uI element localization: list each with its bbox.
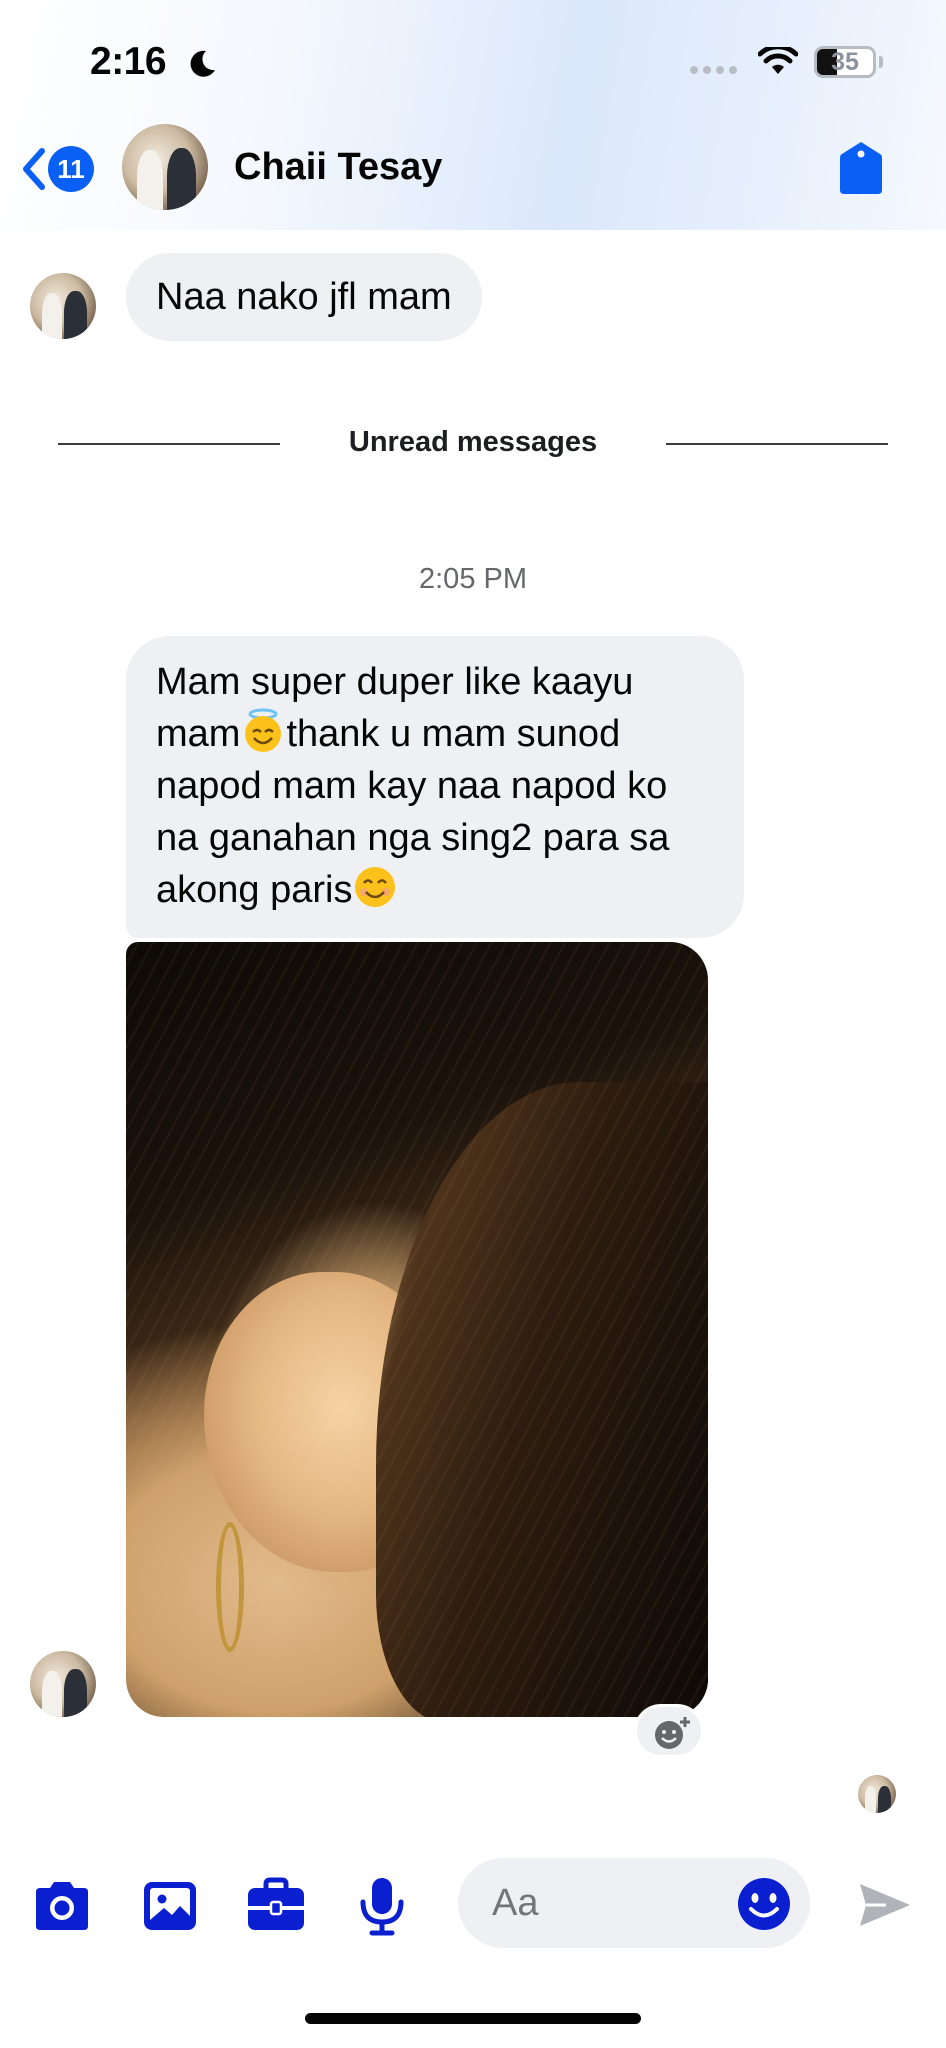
smiling-face-with-halo-icon xyxy=(245,708,282,752)
chevron-left-icon xyxy=(23,148,45,190)
back-button[interactable]: 11 xyxy=(20,146,94,192)
contact-name[interactable]: Chaii Tesay xyxy=(234,146,442,189)
gallery-icon[interactable] xyxy=(138,1876,202,1936)
divider-line-right xyxy=(666,443,888,445)
camera-icon[interactable] xyxy=(30,1876,94,1936)
sender-avatar[interactable] xyxy=(30,273,96,339)
message-bubble[interactable]: Naa nako jfl mam xyxy=(126,253,482,341)
message-bubble[interactable]: Mam super duper like kaayu mam thank u m… xyxy=(126,636,744,938)
message-timestamp: 2:05 PM xyxy=(419,563,527,595)
unread-count-badge: 11 xyxy=(48,146,94,192)
status-time: 2:16 xyxy=(90,40,167,83)
smiling-face-with-smiling-eyes-icon xyxy=(355,867,396,907)
contact-avatar[interactable] xyxy=(122,124,208,210)
message-input[interactable] xyxy=(492,1882,712,1925)
emoji-icon[interactable] xyxy=(736,1876,792,1932)
home-indicator xyxy=(305,2013,641,2024)
message-input-container[interactable] xyxy=(458,1858,810,1948)
battery-icon: 35 xyxy=(814,46,876,78)
battery-level: 35 xyxy=(831,48,859,76)
photo-attachment[interactable] xyxy=(126,942,708,1717)
add-reaction-icon xyxy=(655,1717,690,1749)
send-icon[interactable] xyxy=(856,1880,914,1930)
cellular-signal-icon xyxy=(690,66,737,74)
add-reaction-button[interactable] xyxy=(634,1704,704,1758)
briefcase-icon[interactable] xyxy=(244,1876,308,1936)
sender-avatar[interactable] xyxy=(30,1651,96,1717)
moon-icon xyxy=(190,50,215,77)
seen-receipt-avatar xyxy=(858,1775,896,1813)
photo-hair-texture xyxy=(126,942,708,1717)
microphone-icon[interactable] xyxy=(350,1876,414,1936)
battery-tip xyxy=(879,56,883,68)
wifi-icon xyxy=(758,47,798,74)
unread-messages-divider: Unread messages xyxy=(0,421,946,465)
tag-icon[interactable] xyxy=(838,140,884,196)
message-composer xyxy=(0,1858,946,1948)
